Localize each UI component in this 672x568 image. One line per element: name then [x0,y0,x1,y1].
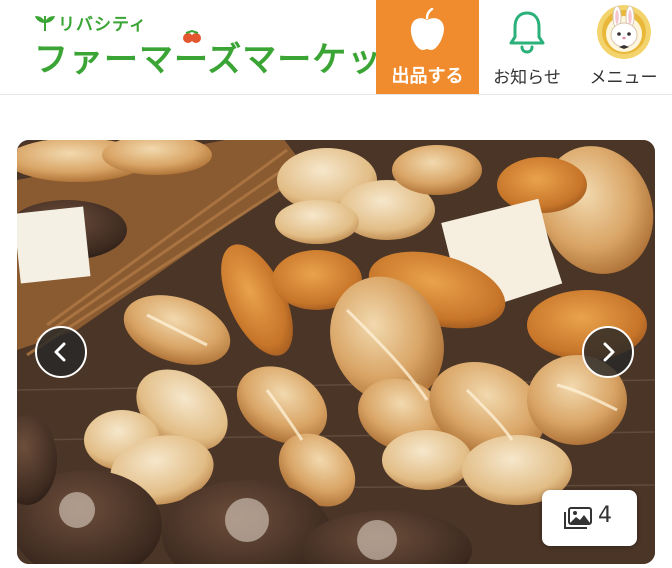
tomato-icon [183,30,201,43]
app-header: リバシティ ファーマーズマーケット 出品する お知らせ メニュー [0,0,672,95]
chevron-right-icon [603,342,615,362]
leaf-icon [35,15,55,31]
logo-main-text: ファーマーズマーケット [34,40,418,80]
images-icon [564,507,592,529]
notifications-button[interactable]: お知らせ [479,0,575,94]
site-logo[interactable]: リバシティ ファーマーズマーケット [34,10,416,80]
menu-button[interactable]: メニュー [575,0,672,94]
apple-icon [410,8,444,50]
sell-label: 出品する [391,66,464,87]
sell-button[interactable]: 出品する [376,0,479,94]
carousel-prev-button[interactable] [35,326,87,378]
bell-icon [509,11,545,54]
chevron-left-icon [54,342,66,362]
photo-carousel[interactable]: 4 [17,140,655,564]
menu-label: メニュー [589,68,658,88]
photo-count: 4 [598,503,612,528]
rabbit-avatar [597,5,651,59]
photo-count-badge[interactable]: 4 [542,490,637,546]
notifications-label: お知らせ [493,68,561,88]
carousel-next-button[interactable] [582,326,634,378]
